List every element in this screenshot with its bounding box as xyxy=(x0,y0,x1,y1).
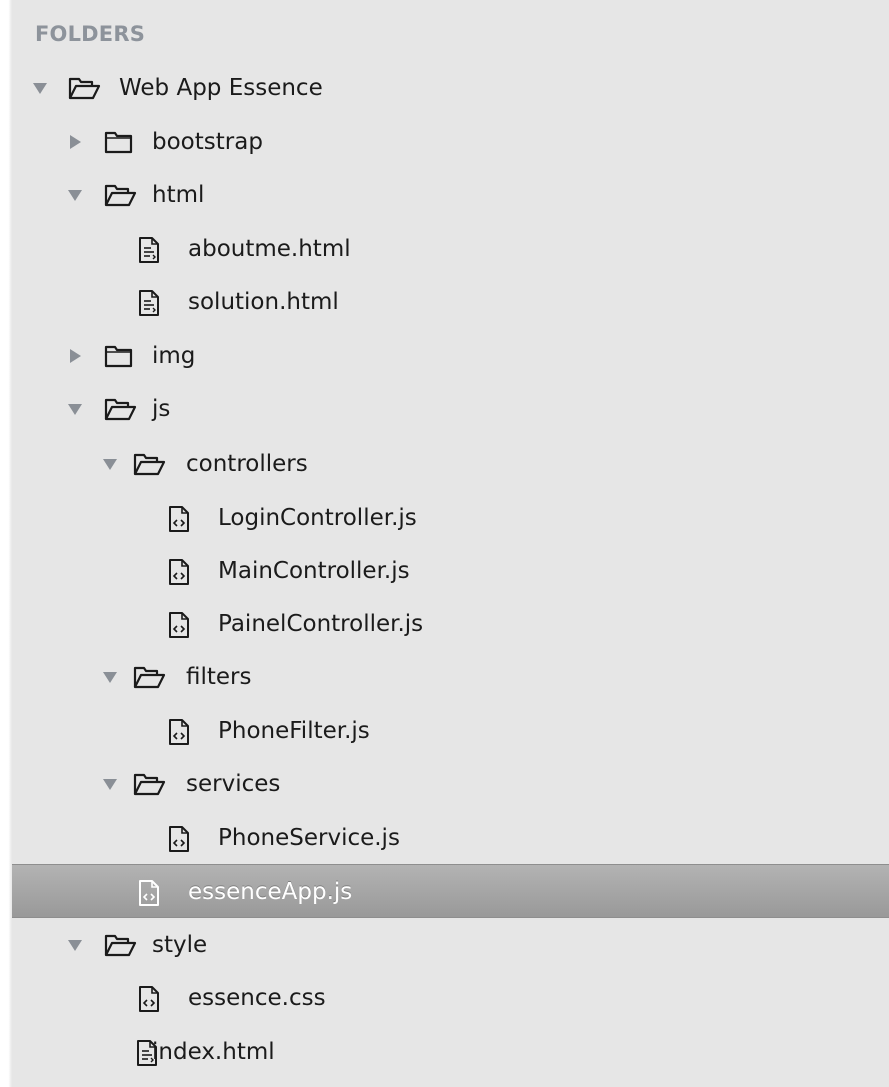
disclosure-expanded-icon[interactable] xyxy=(98,650,122,704)
disclosure-expanded-icon[interactable] xyxy=(28,61,52,115)
folder-tree-item[interactable]: style xyxy=(12,918,889,972)
tree-item-label: index.html xyxy=(152,1039,275,1065)
file-tree-item[interactable]: LoginController.js xyxy=(12,491,889,545)
file-tree-item[interactable]: essence.css xyxy=(12,971,889,1025)
tree-item-label: PhoneService.js xyxy=(218,825,400,851)
html-file-icon xyxy=(138,222,172,276)
tree-item-label: LoginController.js xyxy=(218,505,417,531)
file-tree-item[interactable]: PainelController.js xyxy=(12,597,889,651)
folder-tree-item[interactable]: Web App Essence xyxy=(12,61,889,115)
folder-tree-item[interactable]: filters xyxy=(12,650,889,704)
code-file-icon xyxy=(168,704,202,758)
tree-item-label: essenceApp.js xyxy=(188,879,353,905)
folder-tree-item[interactable]: js xyxy=(12,382,889,436)
folder-open-icon xyxy=(133,437,167,491)
folder-open-icon xyxy=(68,61,102,115)
file-tree-item[interactable]: essenceApp.js xyxy=(12,864,889,918)
file-tree-item[interactable]: index.html xyxy=(12,1025,889,1079)
folder-open-icon xyxy=(133,757,167,811)
file-tree-item[interactable]: solution.html xyxy=(12,275,889,329)
file-tree-item[interactable]: MainController.js xyxy=(12,544,889,598)
folder-open-icon xyxy=(133,650,167,704)
code-file-icon xyxy=(138,971,172,1025)
code-file-icon xyxy=(168,597,202,651)
disclosure-expanded-icon[interactable] xyxy=(63,382,87,436)
tree-item-label: filters xyxy=(186,664,252,690)
tree-item-label: MainController.js xyxy=(218,558,410,584)
code-file-icon xyxy=(168,544,202,598)
folder-open-icon xyxy=(104,918,138,972)
code-file-icon xyxy=(138,865,172,919)
tree-item-label: style xyxy=(152,932,208,958)
disclosure-expanded-icon[interactable] xyxy=(63,168,87,222)
tree-item-label: PhoneFilter.js xyxy=(218,718,370,744)
file-tree-item[interactable]: PhoneFilter.js xyxy=(12,704,889,758)
folder-icon xyxy=(104,115,138,169)
tree-item-label: aboutme.html xyxy=(188,236,351,262)
folder-tree-item[interactable]: controllers xyxy=(12,437,889,491)
file-tree-item[interactable]: PhoneService.js xyxy=(12,811,889,865)
code-file-icon xyxy=(168,811,202,865)
sidebar-edge-shadow xyxy=(0,0,12,1087)
folder-tree-item[interactable]: html xyxy=(12,168,889,222)
tree-item-label: essence.css xyxy=(188,985,326,1011)
folders-section-header: FOLDERS xyxy=(35,22,146,46)
folder-open-icon xyxy=(104,168,138,222)
folder-tree-item[interactable]: bootstrap xyxy=(12,115,889,169)
tree-item-label: PainelController.js xyxy=(218,611,424,637)
tree-item-label: bootstrap xyxy=(152,129,263,155)
code-file-icon xyxy=(168,491,202,545)
disclosure-collapsed-icon[interactable] xyxy=(63,329,87,383)
tree-item-label: img xyxy=(152,343,196,369)
disclosure-expanded-icon[interactable] xyxy=(98,757,122,811)
tree-item-label: services xyxy=(186,771,281,797)
tree-item-label: html xyxy=(152,182,205,208)
folder-open-icon xyxy=(104,382,138,436)
disclosure-expanded-icon[interactable] xyxy=(63,918,87,972)
sidebar-panel: FOLDERS Web App Essence bootstrap html abou… xyxy=(0,0,889,1087)
folder-icon xyxy=(104,329,138,383)
tree-item-label: controllers xyxy=(186,451,308,477)
folder-tree-item[interactable]: img xyxy=(12,329,889,383)
html-file-icon xyxy=(138,275,172,329)
tree-item-label: solution.html xyxy=(188,289,339,315)
tree-item-label: js xyxy=(152,396,171,422)
disclosure-collapsed-icon[interactable] xyxy=(63,115,87,169)
tree-item-label: Web App Essence xyxy=(119,75,323,101)
file-tree-item[interactable]: aboutme.html xyxy=(12,222,889,276)
folder-tree-item[interactable]: services xyxy=(12,757,889,811)
disclosure-expanded-icon[interactable] xyxy=(98,437,122,491)
